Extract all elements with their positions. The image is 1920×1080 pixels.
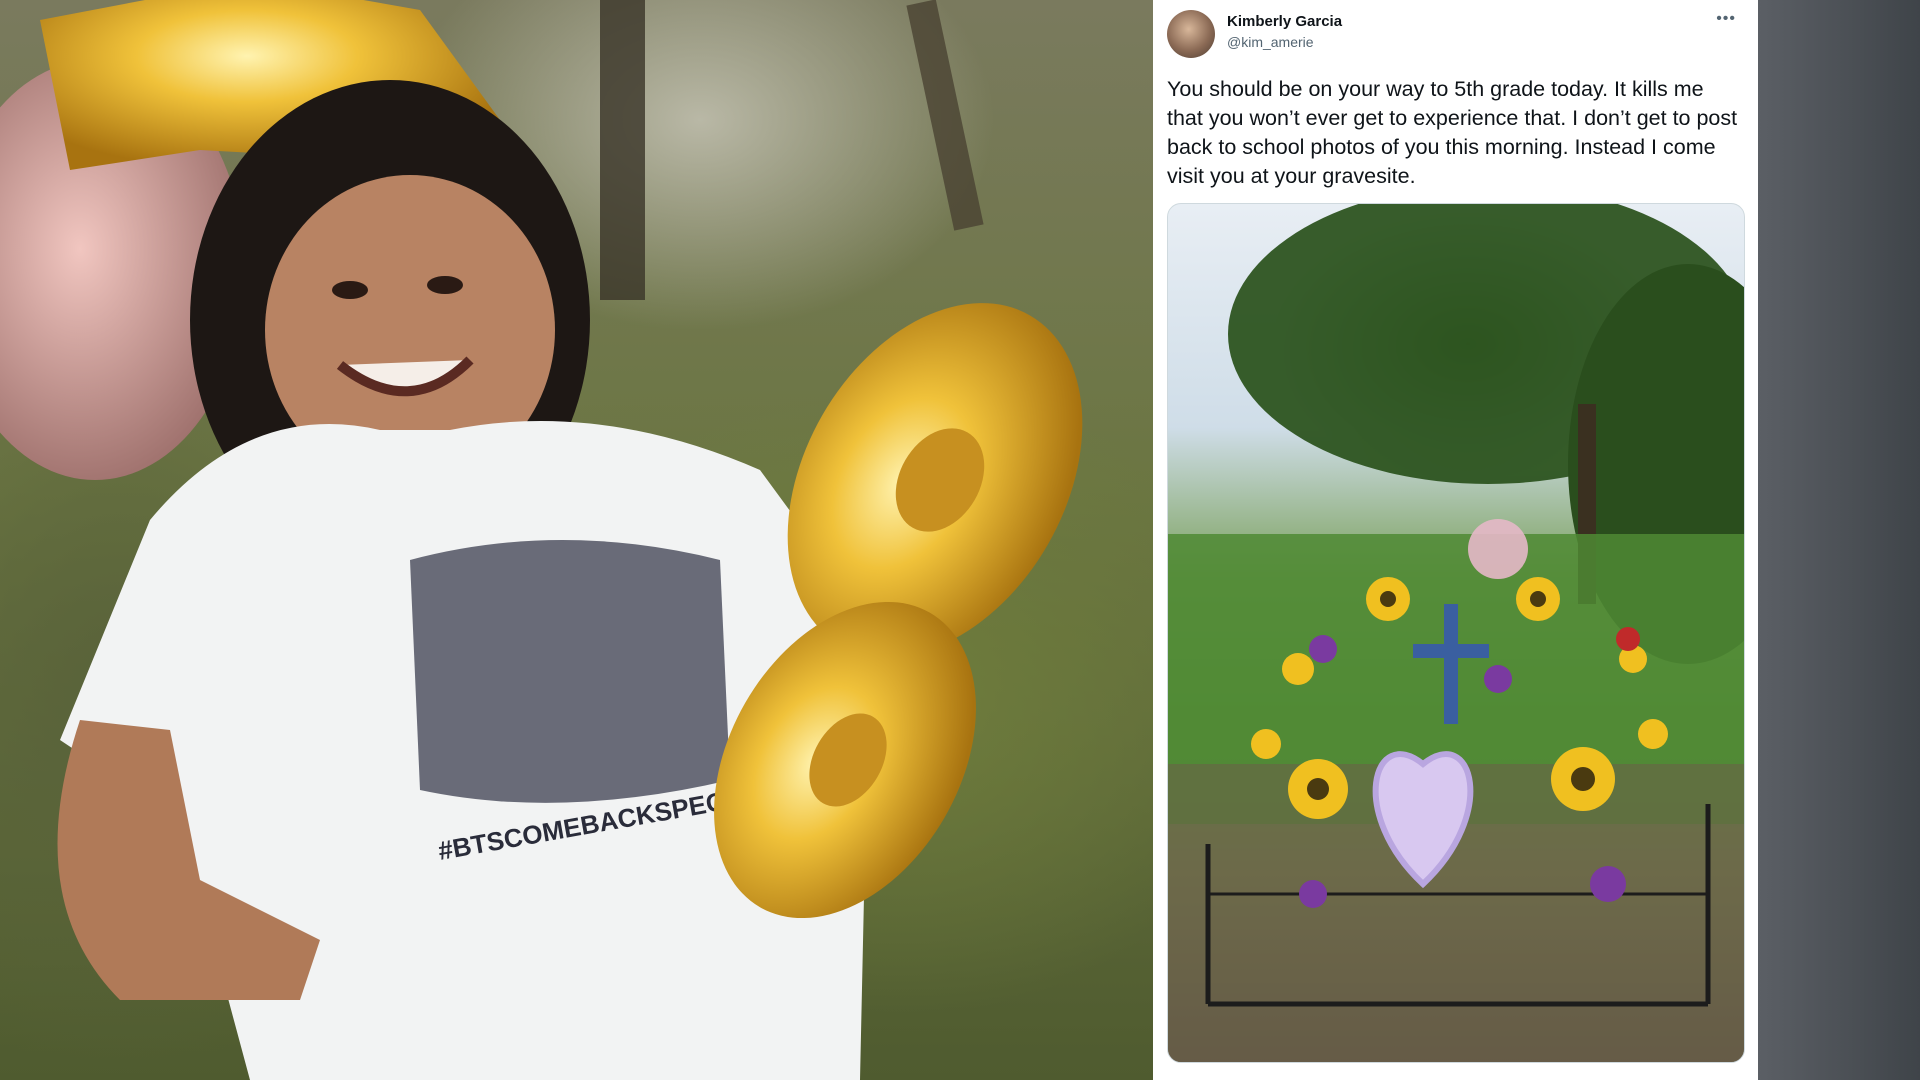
child-photo-illustration: #BTSCOMEBACKSPECIAL: [0, 0, 1083, 1080]
more-horizontal-icon[interactable]: •••: [1716, 10, 1736, 28]
display-name[interactable]: Kimberly Garcia: [1227, 13, 1342, 30]
tweet-card: Kimberly Garcia @kim_amerie ••• You shou…: [1153, 0, 1758, 1080]
tweet-text: You should be on your way to 5th grade t…: [1167, 77, 1738, 188]
child-photo: #BTSCOMEBACKSPECIAL: [0, 0, 1153, 1080]
tweet-media-image[interactable]: [1167, 203, 1745, 1063]
background-panel: [1758, 0, 1920, 1080]
avatar[interactable]: [1167, 10, 1215, 58]
user-handle[interactable]: @kim_amerie: [1227, 34, 1314, 50]
gravesite-photo-illustration: [1168, 204, 1744, 1062]
